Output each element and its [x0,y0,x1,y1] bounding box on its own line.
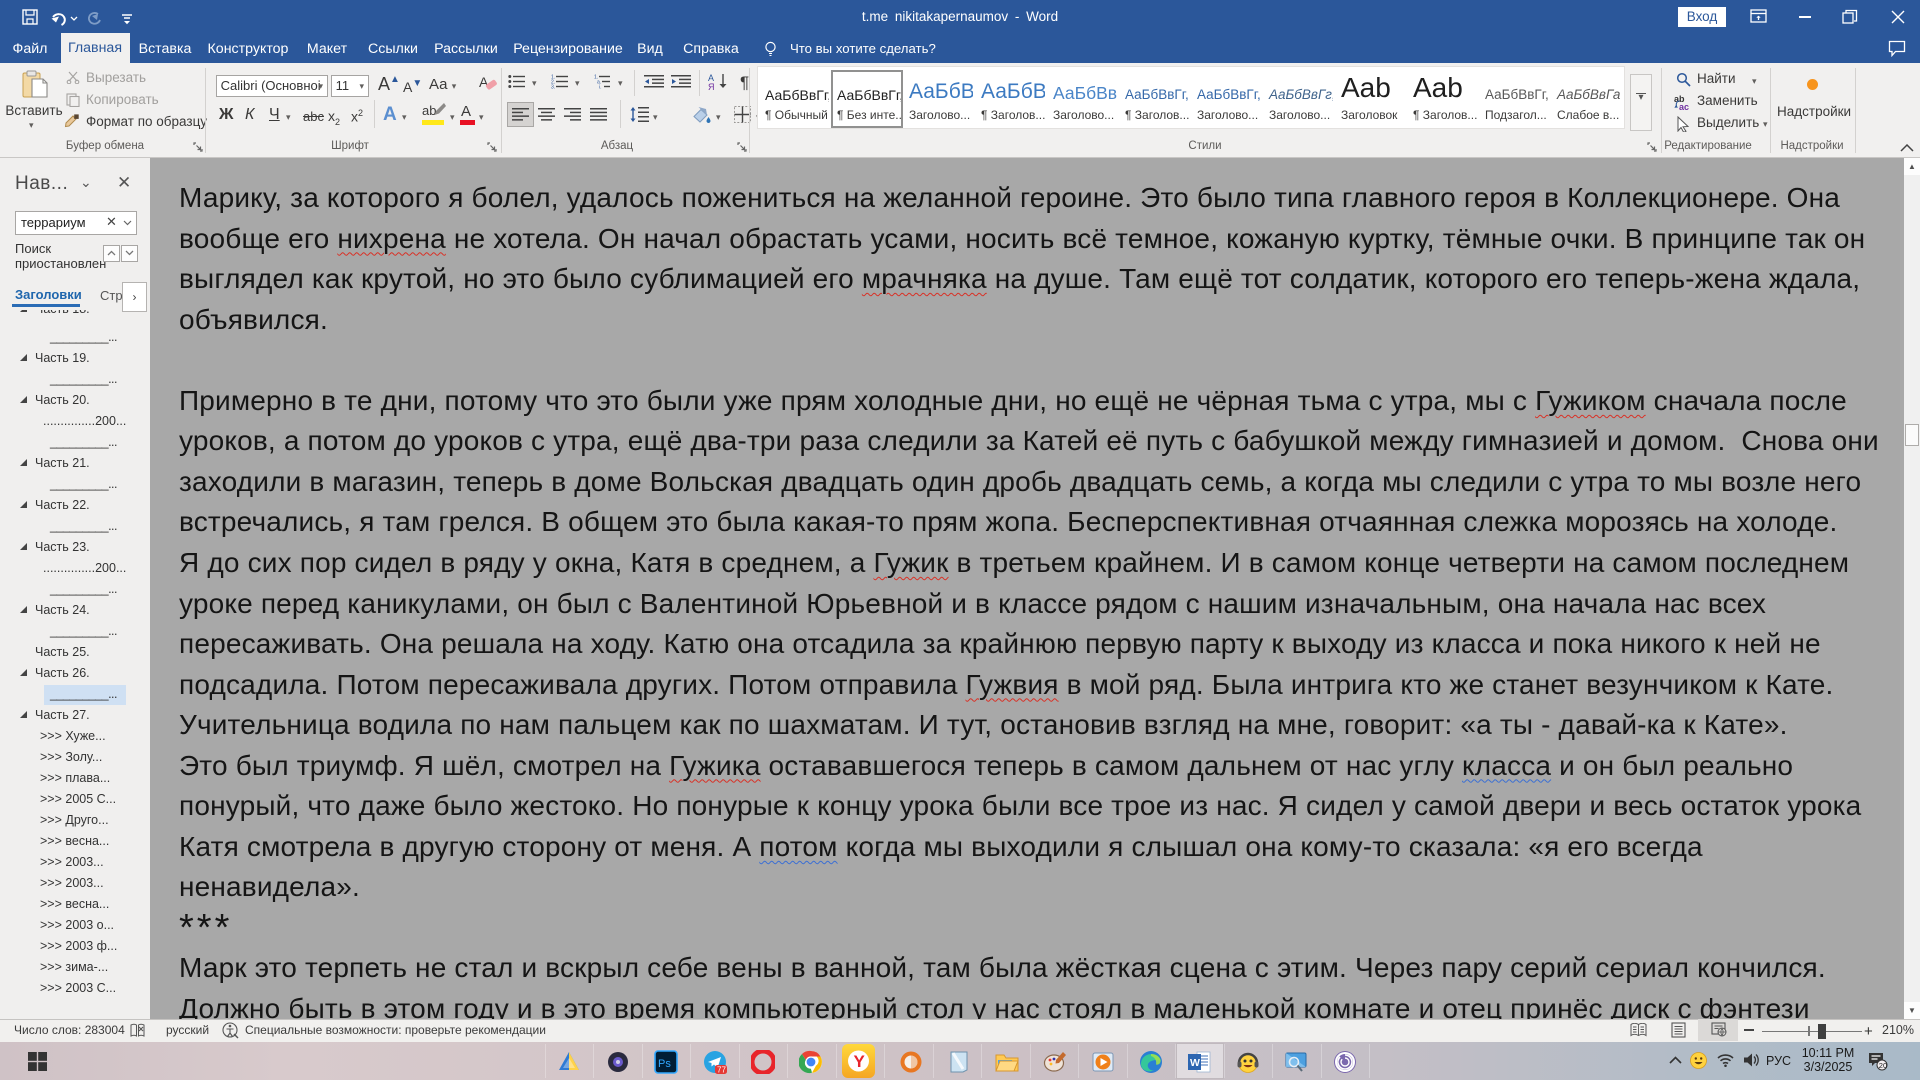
svg-text:W: W [1190,1057,1200,1069]
svg-text:77: 77 [717,1066,726,1075]
svg-text:Y: Y [854,1052,866,1071]
svg-text:Я: Я [708,82,715,90]
svg-text:20: 20 [1879,1061,1887,1070]
svg-text:ac: ac [1679,102,1689,111]
svg-text:і.: і. [599,85,602,90]
svg-text:Ps: Ps [658,1058,671,1070]
svg-text:3.: 3. [551,85,555,90]
